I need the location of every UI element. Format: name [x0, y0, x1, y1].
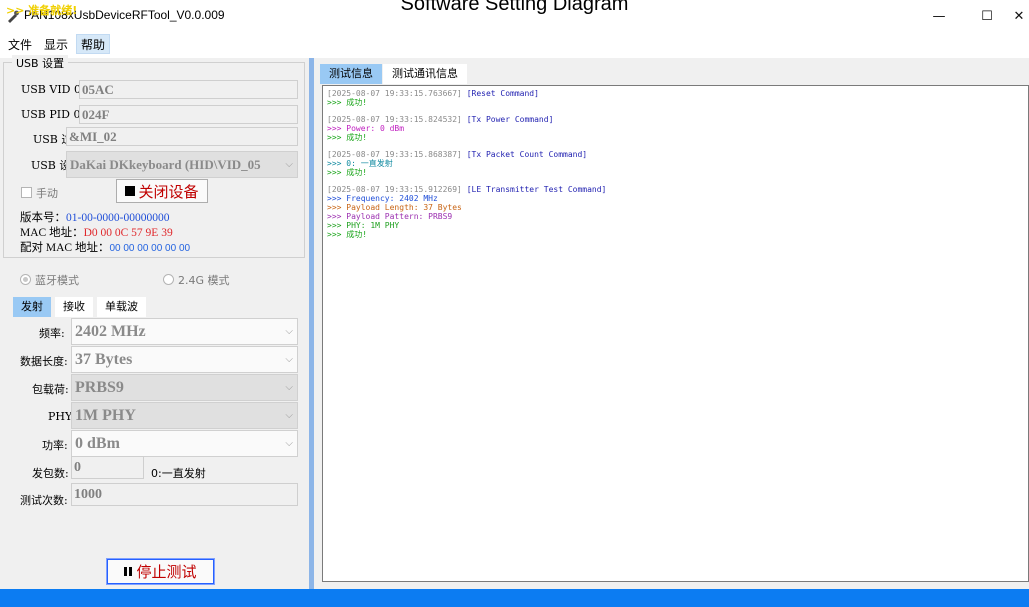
chevron-down-icon: ⌵ — [285, 354, 293, 365]
log-timestamp: [2025-08-07 19:33:15.868387] — [327, 150, 462, 159]
payload-select[interactable]: PRBS9 ⌵ — [71, 374, 298, 401]
close-device-button[interactable]: 关闭设备 — [116, 179, 208, 203]
mac-value: D0 00 0C 57 9E 39 — [83, 227, 173, 239]
test-count-label: 测试次数: — [20, 494, 68, 507]
pair-mac-label: 配对 MAC 地址： — [20, 242, 110, 254]
status-bar — [0, 589, 1029, 607]
log-line: >>> Frequency: 2402 MHz — [327, 194, 438, 203]
device-select-value: DaKai DKkeyboard (HID\VID_05 — [70, 157, 261, 172]
status-text: >> 准备就绪! — [6, 4, 78, 17]
pair-mac-row: 配对 MAC 地址：00 00 00 00 00 00 — [20, 239, 190, 255]
version-value: 01-00-0000-00000000 — [66, 212, 170, 224]
payload-select-value: PRBS9 — [75, 379, 124, 396]
log-line: >>> 成功! — [327, 168, 368, 177]
freq-select[interactable]: 2402 MHz ⌵ — [71, 318, 298, 345]
log-line: >>> 成功! — [327, 98, 368, 107]
log-line: >>> PHY: 1M PHY — [327, 221, 400, 230]
log-line: >>> Payload Length: 37 Bytes — [327, 203, 462, 212]
pid-label: USB PID 0x — [21, 108, 87, 121]
g24-mode-radio[interactable] — [163, 274, 174, 285]
chevron-down-icon: ⌵ — [285, 326, 293, 337]
minimize-button[interactable]: — — [916, 0, 962, 32]
log-timestamp: [2025-08-07 19:33:15.912269] — [327, 185, 462, 194]
tab-test-info[interactable]: 测试信息 — [320, 64, 382, 84]
tab-transmit[interactable]: 发射 — [13, 297, 51, 317]
menu-bar: 文件 显示 帮助 — [0, 34, 111, 56]
tab-receive[interactable]: 接收 — [55, 297, 93, 317]
usb-settings-legend: USB 设置 — [12, 55, 69, 71]
log-line: >>> 成功! — [327, 133, 368, 142]
chevron-down-icon: ⌵ — [285, 159, 293, 170]
info-tabs: 测试信息 测试通讯信息 — [320, 64, 467, 84]
power-select[interactable]: 0 dBm ⌵ — [71, 430, 298, 457]
log-command: [Tx Power Command] — [466, 115, 554, 124]
log-line: >>> 0: 一直发射 — [327, 159, 393, 168]
stop-square-icon — [125, 186, 136, 196]
pause-icon — [124, 567, 133, 576]
bluetooth-mode-label: 蓝牙模式 — [35, 274, 79, 287]
phy-select-value: 1M PHY — [75, 407, 136, 424]
log-timestamp: [2025-08-07 19:33:15.763667] — [327, 89, 462, 98]
menu-view[interactable]: 显示 — [40, 35, 72, 55]
g24-mode-label: 2.4G 模式 — [178, 274, 230, 287]
version-row: 版本号：01-00-0000-00000000 — [20, 209, 170, 225]
vid-input[interactable]: 05AC — [79, 80, 298, 99]
freq-select-value: 2402 MHz — [75, 323, 146, 340]
log-line: >>> Power: 0 dBm — [327, 124, 405, 133]
vid-label: USB VID 0x — [21, 83, 88, 96]
power-select-value: 0 dBm — [75, 435, 120, 452]
menu-file[interactable]: 文件 — [4, 35, 36, 55]
tab-single-carrier[interactable]: 单载波 — [97, 297, 146, 317]
packet-count-hint: 0:一直发射 — [151, 467, 206, 480]
version-label: 版本号： — [20, 212, 66, 224]
length-select[interactable]: 37 Bytes ⌵ — [71, 346, 298, 373]
chevron-down-icon: ⌵ — [285, 438, 293, 449]
manual-label: 手动 — [36, 187, 58, 200]
log-entry: [2025-08-07 19:33:15.868387] [Tx Packet … — [327, 150, 1024, 177]
log-command: [LE Transmitter Test Command] — [466, 185, 607, 194]
packet-count-label: 发包数: — [32, 467, 69, 480]
device-select[interactable]: DaKai DKkeyboard (HID\VID_05 ⌵ — [66, 151, 298, 178]
bluetooth-mode-radio[interactable] — [20, 274, 31, 285]
filter-input[interactable]: &MI_02 — [66, 127, 298, 146]
chevron-down-icon: ⌵ — [285, 382, 293, 393]
stop-test-button[interactable]: 停止测试 — [106, 558, 215, 585]
log-command: [Tx Packet Count Command] — [466, 150, 588, 159]
pair-mac-value: 00 00 00 00 00 00 — [109, 243, 191, 254]
chevron-down-icon: ⌵ — [285, 410, 293, 421]
close-window-button[interactable]: ✕ — [996, 0, 1029, 32]
log-output[interactable]: [2025-08-07 19:33:15.763667] [Reset Comm… — [322, 85, 1029, 582]
test-count-input[interactable]: 1000 — [71, 483, 298, 506]
pid-input[interactable]: 024F — [79, 105, 298, 124]
log-command: [Reset Command] — [466, 89, 539, 98]
packet-count-input[interactable]: 0 — [71, 456, 144, 479]
log-entry: [2025-08-07 19:33:15.824532] [Tx Power C… — [327, 115, 1024, 142]
mode-tabs: 发射 接收 单载波 — [13, 297, 146, 317]
log-line: >>> 成功! — [327, 230, 368, 239]
mac-row: MAC 地址：D0 00 0C 57 9E 39 — [20, 224, 173, 240]
log-entry: [2025-08-07 19:33:15.763667] [Reset Comm… — [327, 89, 1024, 107]
phy-select[interactable]: 1M PHY ⌵ — [71, 402, 298, 429]
payload-label: 包载荷: — [32, 383, 69, 396]
manual-checkbox[interactable] — [21, 187, 32, 198]
length-select-value: 37 Bytes — [75, 351, 133, 368]
log-entry: [2025-08-07 19:33:15.912269] [LE Transmi… — [327, 185, 1024, 239]
menu-help[interactable]: 帮助 — [76, 34, 111, 54]
log-timestamp: [2025-08-07 19:33:15.824532] — [327, 115, 462, 124]
freq-label: 频率: — [39, 327, 65, 340]
power-label: 功率: — [42, 439, 68, 452]
log-line: >>> Payload Pattern: PRBS9 — [327, 212, 453, 221]
length-label: 数据长度: — [20, 355, 68, 368]
tab-comm-info[interactable]: 测试通讯信息 — [383, 64, 467, 84]
close-device-label: 关闭设备 — [138, 182, 199, 201]
mac-label: MAC 地址： — [20, 227, 84, 239]
stop-test-label: 停止测试 — [136, 563, 197, 581]
